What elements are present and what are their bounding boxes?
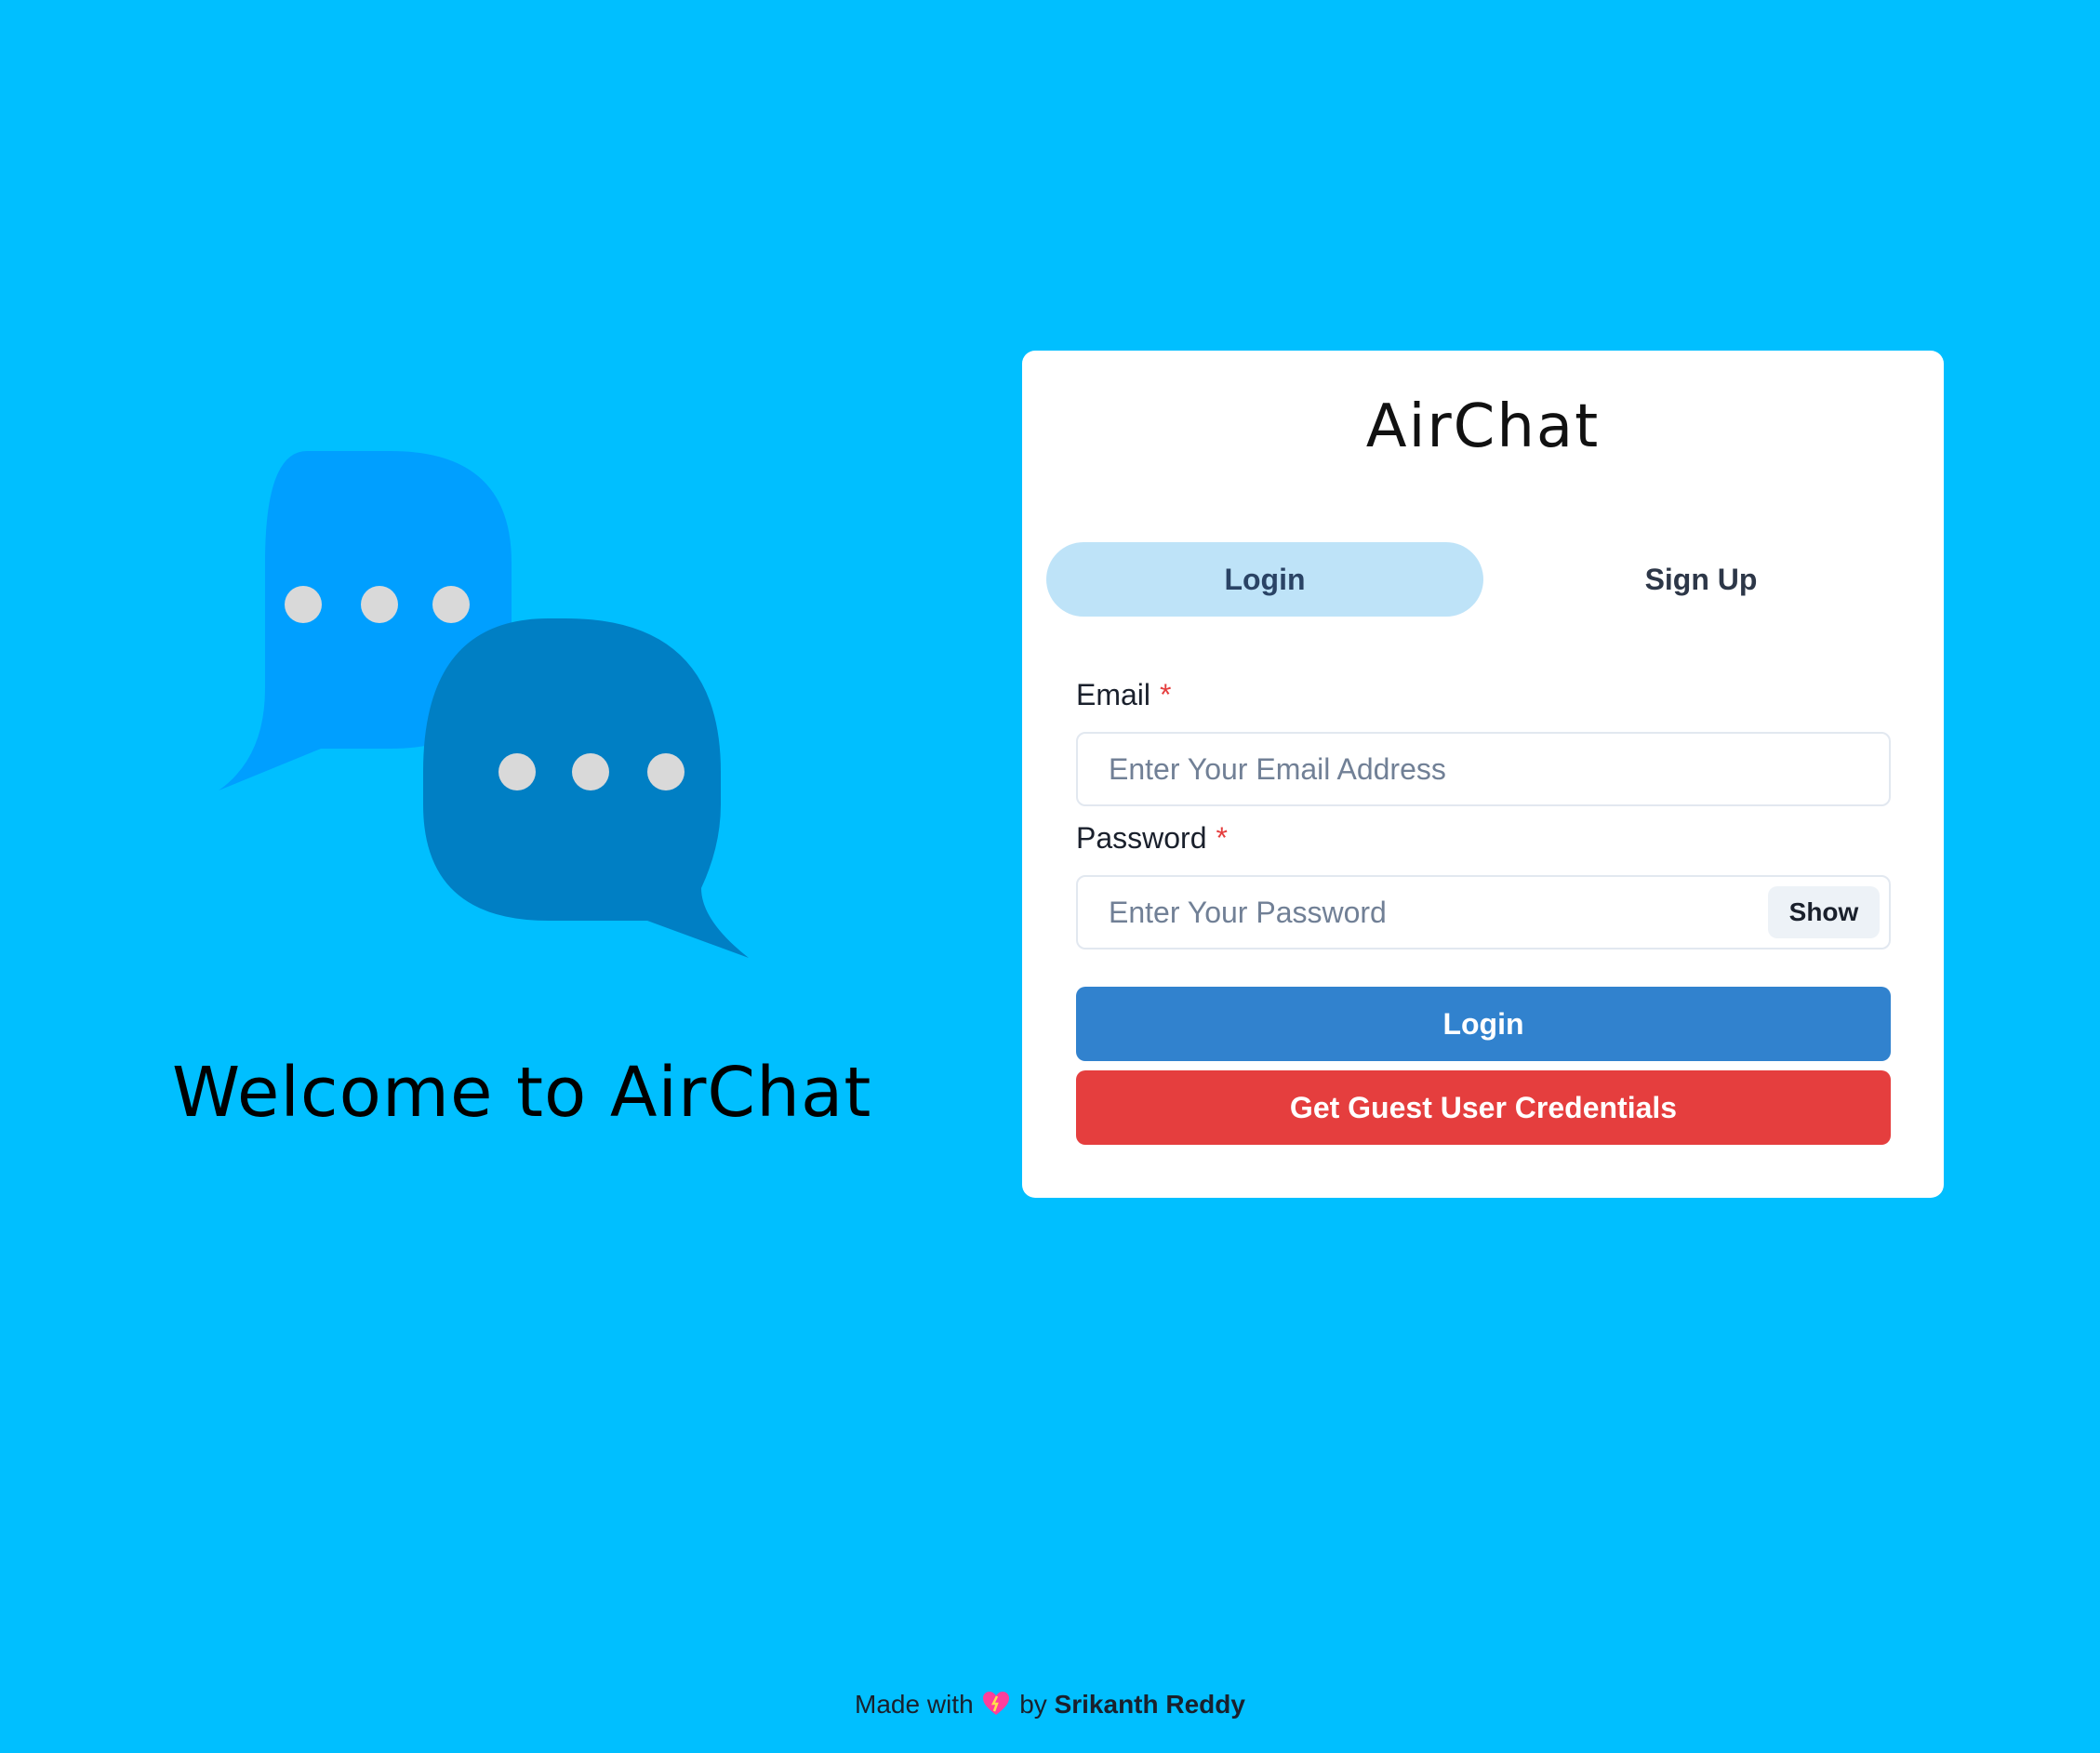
front-bubble-dot: [572, 753, 609, 790]
welcome-title: Welcome to AirChat: [172, 1053, 872, 1133]
footer-by: by: [1019, 1690, 1047, 1719]
app-title: AirChat: [1365, 392, 1601, 461]
email-label: Email *: [1076, 676, 1171, 713]
back-bubble-dot: [361, 586, 398, 623]
tab-login[interactable]: Login: [1046, 542, 1483, 617]
login-button[interactable]: Login: [1076, 987, 1891, 1061]
auth-card: AirChat Login Sign Up Email * Password * S…: [1022, 351, 1944, 1198]
front-bubble-dot: [647, 753, 684, 790]
email-field-container: [1076, 732, 1891, 806]
password-label: Password *: [1076, 819, 1228, 857]
heart-icon: [982, 1690, 1010, 1716]
password-label-text: Password: [1076, 821, 1207, 855]
password-field-container: Show: [1076, 875, 1891, 950]
back-bubble-dot: [432, 586, 470, 623]
footer-prefix: Made with: [855, 1690, 974, 1719]
email-label-text: Email: [1076, 678, 1151, 711]
required-asterisk: *: [1216, 821, 1228, 855]
author-name: Srikanth Reddy: [1054, 1690, 1245, 1719]
chat-bubbles-illustration: [214, 451, 753, 963]
required-asterisk: *: [1160, 678, 1172, 711]
guest-credentials-button[interactable]: Get Guest User Credentials: [1076, 1070, 1891, 1145]
email-input[interactable]: [1078, 734, 1889, 804]
chat-bubbles-icon: [219, 451, 749, 958]
footer: Made with by Srikanth Reddy: [0, 1686, 2100, 1723]
show-password-button[interactable]: Show: [1768, 886, 1880, 938]
password-input[interactable]: [1078, 877, 1766, 948]
front-bubble-dot: [498, 753, 536, 790]
tab-sign-up[interactable]: Sign Up: [1482, 542, 1920, 617]
back-bubble-dot: [285, 586, 322, 623]
